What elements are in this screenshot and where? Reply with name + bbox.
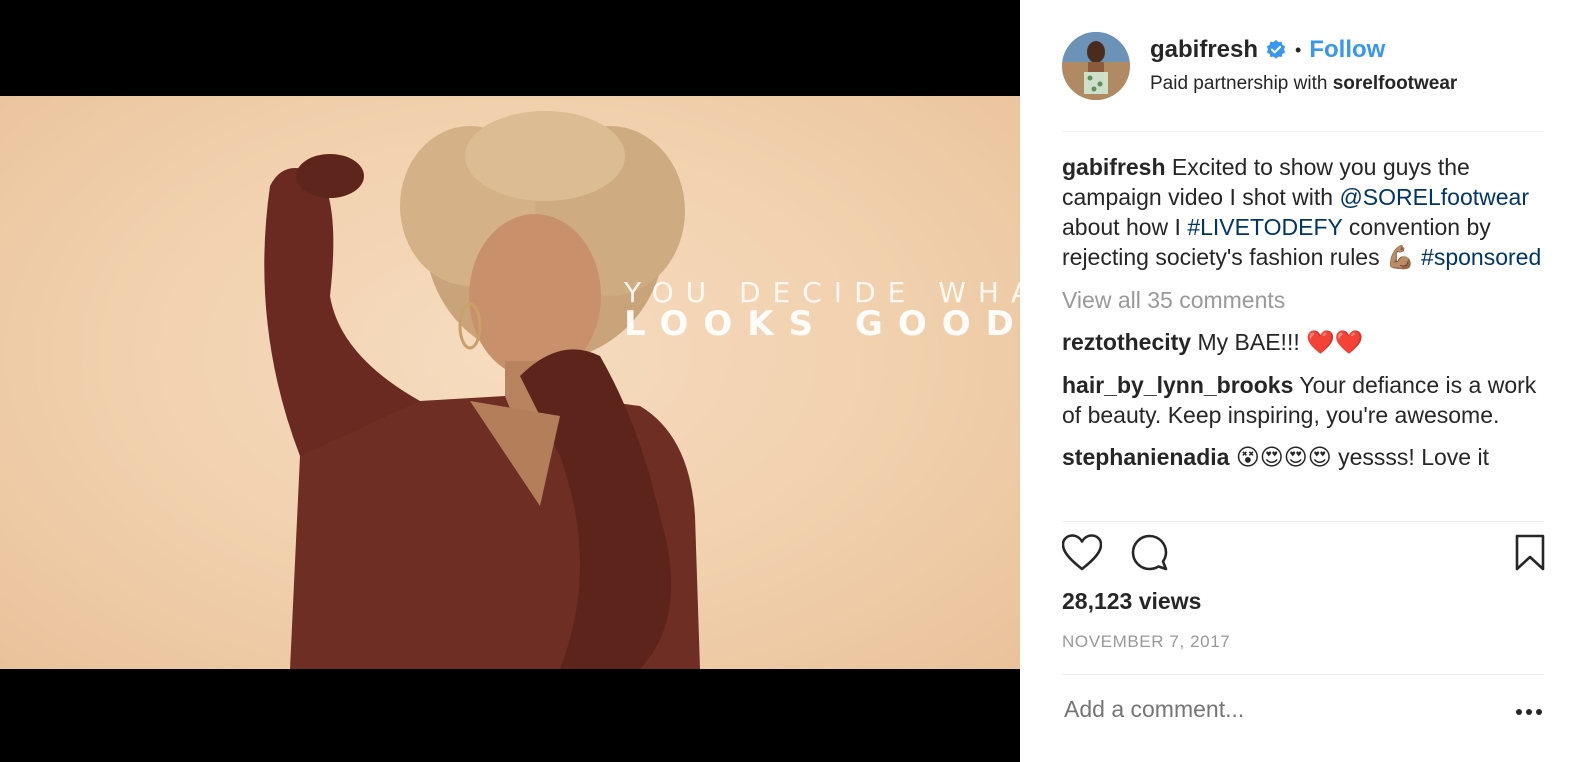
- bookmark-icon[interactable]: [1514, 534, 1546, 572]
- date-divider: [1062, 674, 1544, 675]
- comment-emoji: 😵😍😍😍: [1235, 445, 1332, 471]
- post-date[interactable]: NOVEMBER 7, 2017: [1062, 632, 1230, 652]
- heart-icon[interactable]: [1062, 534, 1102, 572]
- comment-item: stephanienadia 😵😍😍😍 yessss! Love it: [1062, 442, 1548, 473]
- header-separator: •: [1295, 39, 1302, 60]
- comment-emoji: ❤️❤️: [1306, 330, 1364, 356]
- header-divider: [1062, 131, 1544, 132]
- verified-badge-icon: [1266, 39, 1286, 59]
- view-count[interactable]: 28,123 views: [1062, 588, 1201, 615]
- caption-username[interactable]: gabifresh: [1062, 154, 1166, 180]
- video-overlay-caption-line2: LOOKS GOOD: [624, 304, 1020, 344]
- comment-username[interactable]: stephanienadia: [1062, 444, 1229, 470]
- comments-section[interactable]: gabifresh Excited to show you guys the c…: [1062, 152, 1548, 520]
- add-comment-input[interactable]: [1064, 696, 1464, 723]
- post-caption: gabifresh Excited to show you guys the c…: [1062, 152, 1548, 273]
- comment-text: yessss! Love it: [1338, 444, 1489, 470]
- view-all-comments-link[interactable]: View all 35 comments: [1062, 285, 1548, 315]
- comment-item: reztothecity My BAE!!! ❤️❤️: [1062, 327, 1548, 358]
- header-username-row: gabifresh • Follow: [1150, 36, 1385, 64]
- post-video[interactable]: YOU DECIDE WHAT LOOKS GOOD: [0, 0, 1020, 762]
- caption-hashtag-link[interactable]: #sponsored: [1421, 244, 1541, 270]
- paid-partnership-label: Paid partnership with sorelfootwear: [1150, 73, 1457, 95]
- more-options-icon[interactable]: [1514, 702, 1544, 722]
- video-frame[interactable]: YOU DECIDE WHAT LOOKS GOOD: [0, 96, 1020, 669]
- follow-button[interactable]: Follow: [1309, 36, 1385, 64]
- post-action-bar: [1062, 534, 1548, 574]
- comment-username[interactable]: reztothecity: [1062, 329, 1191, 355]
- username-link[interactable]: gabifresh: [1150, 36, 1258, 64]
- partner-link[interactable]: sorelfootwear: [1333, 73, 1458, 94]
- avatar[interactable]: [1062, 32, 1130, 100]
- avatar-image: [1062, 32, 1130, 100]
- comments-divider: [1062, 521, 1544, 522]
- comment-item: hair_by_lynn_brooks Your defiance is a w…: [1062, 370, 1548, 430]
- comment-bubble-icon[interactable]: [1130, 534, 1170, 572]
- video-still-illustration: [264, 111, 700, 669]
- comment-text: My BAE!!!: [1197, 329, 1300, 355]
- partnership-prefix: Paid partnership with: [1150, 73, 1328, 94]
- caption-hashtag-link[interactable]: #LIVETODEFY: [1187, 214, 1342, 240]
- flexed-arm-emoji: 💪🏽: [1386, 245, 1415, 271]
- comment-username[interactable]: hair_by_lynn_brooks: [1062, 372, 1293, 398]
- caption-text: about how I: [1062, 214, 1181, 240]
- caption-mention-link[interactable]: @SORELfootwear: [1339, 184, 1529, 210]
- post-sidebar: gabifresh • Follow Paid partnership with…: [1020, 0, 1588, 762]
- post-header: gabifresh • Follow Paid partnership with…: [1062, 30, 1552, 102]
